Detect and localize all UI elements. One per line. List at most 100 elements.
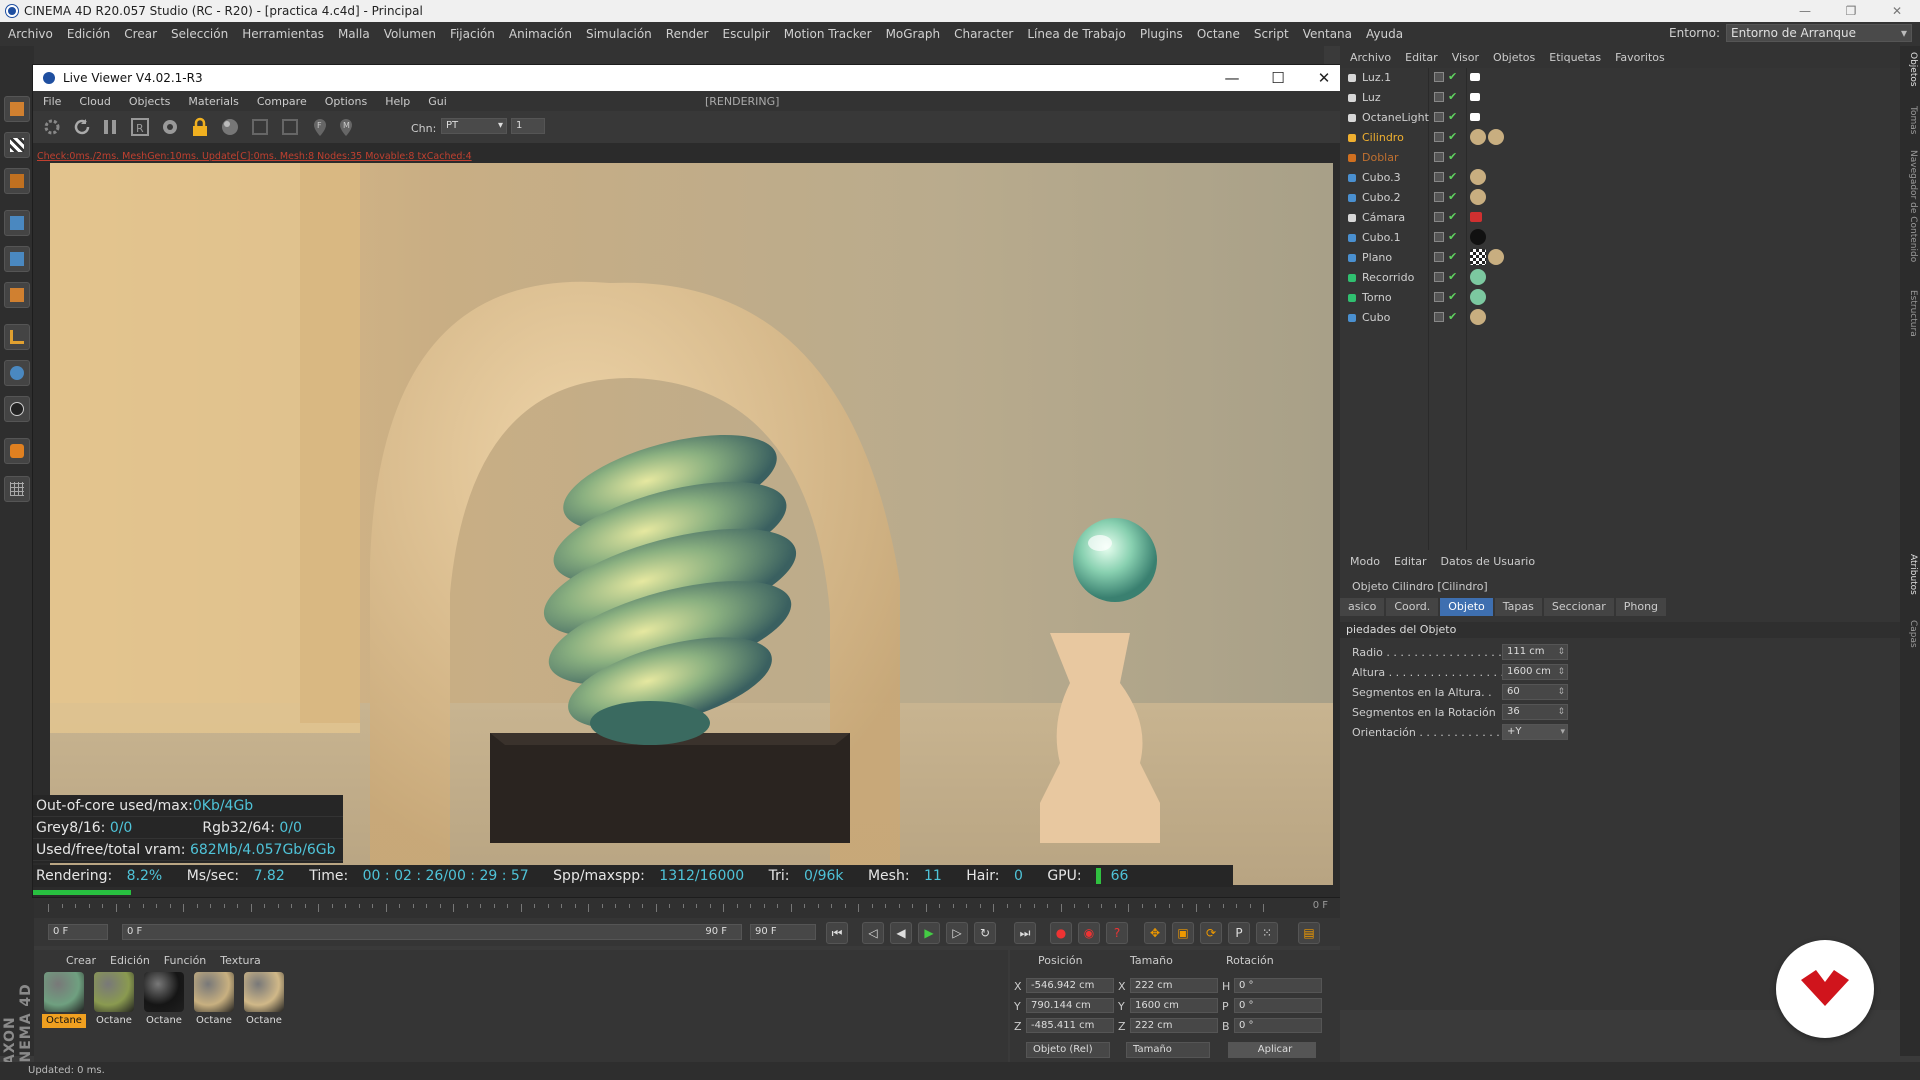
clay-mode-2-icon[interactable] xyxy=(279,116,301,138)
current-frame-field[interactable]: 0 F xyxy=(48,924,108,940)
menu-crear[interactable]: Crear xyxy=(124,27,157,41)
object-name[interactable]: Recorrido xyxy=(1362,271,1414,284)
workplane-grid-button[interactable] xyxy=(4,476,30,502)
enabled-check-icon[interactable]: ✔ xyxy=(1448,230,1457,243)
visibility-flags[interactable]: ✔ xyxy=(1434,210,1468,225)
make-editable-button[interactable] xyxy=(4,96,30,122)
menu-script[interactable]: Script xyxy=(1254,27,1289,41)
mat-menu-textura[interactable]: Textura xyxy=(220,954,260,967)
material-item[interactable]: Octane xyxy=(242,972,286,1032)
menu-edicion[interactable]: Edición xyxy=(67,27,110,41)
object-name[interactable]: Luz.1 xyxy=(1362,71,1391,84)
mat-menu-edicion[interactable]: Edición xyxy=(110,954,150,967)
object-name[interactable]: Cubo.3 xyxy=(1362,171,1401,184)
enabled-check-icon[interactable]: ✔ xyxy=(1448,70,1457,83)
live-viewer-minimize-button[interactable]: — xyxy=(1209,65,1255,91)
sphere-preview-icon[interactable] xyxy=(219,116,241,138)
visibility-flags[interactable]: ✔ xyxy=(1434,310,1468,325)
visibility-flags[interactable]: ✔ xyxy=(1434,70,1468,85)
vtab-objetos[interactable]: Objetos xyxy=(1902,52,1918,87)
object-row[interactable]: Plano ✔ xyxy=(1340,248,1900,268)
position-key-button[interactable]: ✥ xyxy=(1144,922,1166,944)
radio-field[interactable]: 111 cm xyxy=(1502,644,1568,660)
obj-menu-editar[interactable]: Editar xyxy=(1405,51,1438,64)
tweak-mode-button[interactable] xyxy=(4,360,30,386)
tab-coord[interactable]: Coord. xyxy=(1386,598,1439,616)
size-mode-dropdown[interactable]: Tamaño xyxy=(1126,1042,1210,1058)
points-mode-button[interactable] xyxy=(4,210,30,236)
object-row[interactable]: Luz.1 ✔ xyxy=(1340,68,1900,88)
mat-menu-funcion[interactable]: Función xyxy=(164,954,206,967)
menu-render[interactable]: Render xyxy=(666,27,709,41)
menu-ayuda[interactable]: Ayuda xyxy=(1366,27,1403,41)
settings-gear-icon[interactable] xyxy=(159,116,181,138)
lv-menu-objects[interactable]: Objects xyxy=(129,95,171,108)
menu-ventana[interactable]: Ventana xyxy=(1303,27,1352,41)
material-tag-icon[interactable] xyxy=(1470,309,1486,325)
workplane-button[interactable] xyxy=(4,168,30,194)
goto-end-button[interactable]: ⏭ xyxy=(1014,922,1036,944)
vtab-capas[interactable]: Capas xyxy=(1902,620,1918,648)
rotation-field[interactable]: 0 ° xyxy=(1234,1018,1322,1033)
size-field[interactable]: 1600 cm xyxy=(1130,998,1218,1013)
enabled-check-icon[interactable]: ✔ xyxy=(1448,290,1457,303)
object-row[interactable]: Luz ✔ xyxy=(1340,88,1900,108)
menu-fijacion[interactable]: Fijación xyxy=(450,27,495,41)
tab-objeto[interactable]: Objeto xyxy=(1440,598,1493,616)
live-viewer-maximize-button[interactable]: ☐ xyxy=(1255,65,1301,91)
object-name[interactable]: Plano xyxy=(1362,251,1392,264)
menu-volumen[interactable]: Volumen xyxy=(384,27,436,41)
segmentos-altura-field[interactable]: 60 xyxy=(1502,684,1568,700)
vtab-navegador[interactable]: Navegador de Contenido xyxy=(1902,150,1918,262)
camera-tag-icon[interactable] xyxy=(1470,212,1482,222)
restart-render-icon[interactable] xyxy=(71,116,93,138)
enabled-check-icon[interactable]: ✔ xyxy=(1448,190,1457,203)
snap-button[interactable] xyxy=(4,438,30,464)
enabled-check-icon[interactable]: ✔ xyxy=(1448,210,1457,223)
next-key-button[interactable]: ↻ xyxy=(974,922,996,944)
menu-character[interactable]: Character xyxy=(954,27,1013,41)
edges-mode-button[interactable] xyxy=(4,246,30,272)
rotation-key-button[interactable]: ⟳ xyxy=(1200,922,1222,944)
light-tag-icon[interactable] xyxy=(1470,113,1480,121)
object-row[interactable]: OctaneLight ✔ xyxy=(1340,108,1900,128)
object-name[interactable]: Doblar xyxy=(1362,151,1399,164)
lv-menu-gui[interactable]: Gui xyxy=(428,95,447,108)
tab-basico[interactable]: asico xyxy=(1340,598,1385,616)
attr-menu-modo[interactable]: Modo xyxy=(1350,555,1380,568)
object-name[interactable]: Cubo.2 xyxy=(1362,191,1401,204)
object-name[interactable]: OctaneLight xyxy=(1362,111,1429,124)
tab-seccionar[interactable]: Seccionar xyxy=(1543,598,1614,616)
goto-start-button[interactable]: ⏮ xyxy=(826,922,848,944)
material-tag-icon[interactable] xyxy=(1488,129,1504,145)
rotation-field[interactable]: 0 ° xyxy=(1234,978,1322,993)
texture-mode-button[interactable] xyxy=(4,132,30,158)
enabled-check-icon[interactable]: ✔ xyxy=(1448,270,1457,283)
visibility-flags[interactable]: ✔ xyxy=(1434,90,1468,105)
attr-menu-datos-usuario[interactable]: Datos de Usuario xyxy=(1441,555,1536,568)
object-row[interactable]: Cámara ✔ xyxy=(1340,208,1900,228)
menu-animacion[interactable]: Animación xyxy=(509,27,572,41)
material-item[interactable]: Octane xyxy=(192,972,236,1032)
clay-mode-icon[interactable] xyxy=(249,116,271,138)
glass-material-tag-icon[interactable] xyxy=(1470,269,1486,285)
checker-tag-icon[interactable] xyxy=(1470,249,1486,265)
end-frame-field[interactable]: 90 F xyxy=(750,924,816,940)
object-row[interactable]: Cubo ✔ xyxy=(1340,308,1900,328)
black-material-tag-icon[interactable] xyxy=(1470,229,1486,245)
autokey-button[interactable]: ◉ xyxy=(1078,922,1100,944)
object-row[interactable]: Cubo.2 ✔ xyxy=(1340,188,1900,208)
rotation-field[interactable]: 0 ° xyxy=(1234,998,1322,1013)
channel-dropdown[interactable]: PT xyxy=(441,118,507,134)
menu-mograph[interactable]: MoGraph xyxy=(886,27,941,41)
vtab-tomas[interactable]: Tomas xyxy=(1902,106,1918,134)
lv-menu-materials[interactable]: Materials xyxy=(188,95,238,108)
timeline-settings-button[interactable]: ▤ xyxy=(1298,922,1320,944)
vtab-estructura[interactable]: Estructura xyxy=(1902,290,1918,337)
scale-key-button[interactable]: ▣ xyxy=(1172,922,1194,944)
object-row[interactable]: Recorrido ✔ xyxy=(1340,268,1900,288)
object-name[interactable]: Cubo xyxy=(1362,311,1390,324)
enabled-check-icon[interactable]: ✔ xyxy=(1448,90,1457,103)
render-viewport[interactable] xyxy=(50,163,1333,885)
enabled-check-icon[interactable]: ✔ xyxy=(1448,130,1457,143)
